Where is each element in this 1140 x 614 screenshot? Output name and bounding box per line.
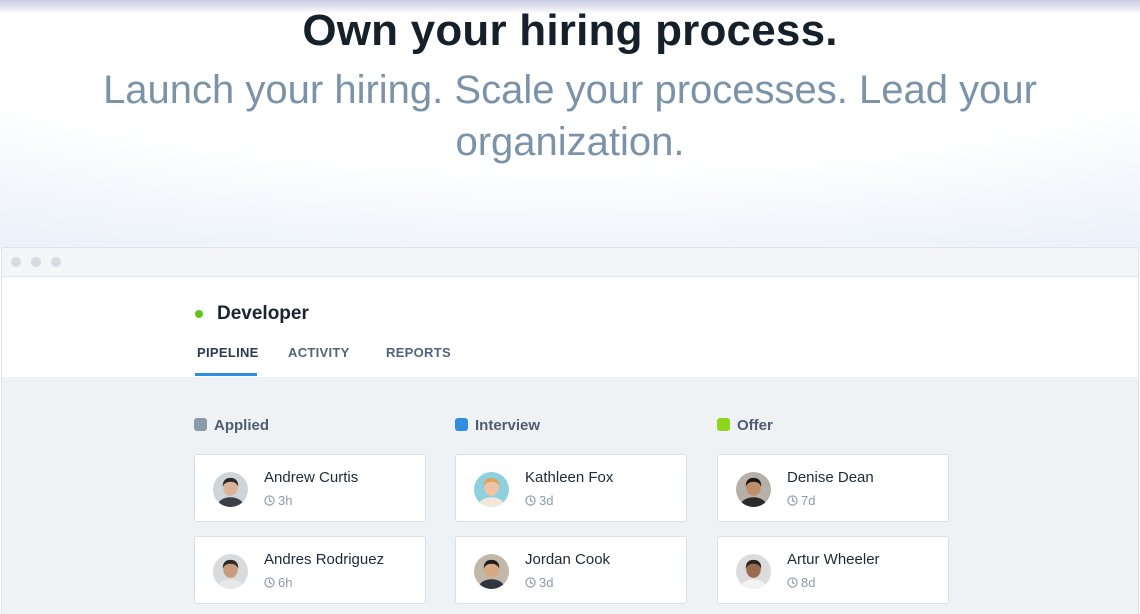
candidate-time: 6h — [264, 575, 292, 590]
job-status-dot-icon — [195, 310, 203, 318]
column-label: Offer — [737, 417, 773, 434]
avatar-icon — [736, 472, 771, 507]
hero-headline: Own your hiring process. — [302, 6, 838, 55]
time-value: 3d — [539, 493, 554, 508]
candidate-card[interactable]: Artur Wheeler 8d — [717, 536, 949, 604]
clock-icon — [787, 576, 798, 588]
time-value: 7d — [801, 493, 816, 508]
candidate-name: Kathleen Fox — [525, 469, 614, 486]
candidate-name: Artur Wheeler — [787, 551, 880, 568]
time-value: 8d — [801, 575, 816, 590]
candidate-name: Andres Rodriguez — [264, 551, 385, 568]
candidate-time: 8d — [787, 575, 815, 590]
tab-pipeline[interactable]: PIPELINE — [197, 345, 259, 360]
window-dot-icon — [31, 257, 41, 267]
clock-icon — [264, 576, 275, 588]
window-dot-icon — [11, 257, 21, 267]
tab-activity[interactable]: ACTIVITY — [288, 345, 350, 360]
clock-icon — [525, 494, 536, 506]
candidate-name: Jordan Cook — [525, 551, 611, 568]
window-dot-icon — [51, 257, 61, 267]
candidate-time: 3h — [264, 493, 292, 508]
candidate-time: 7d — [787, 493, 815, 508]
app-window: Developer PIPELINE ACTIVITY REPORTS Appl… — [1, 247, 1139, 614]
hero-section: Own your hiring process. Launch your hir… — [0, 0, 1140, 250]
pipeline-board: Applied Andrew Curtis 3h Andres Rodrigue… — [2, 377, 1138, 614]
column-label: Interview — [475, 417, 541, 434]
candidate-card[interactable]: Andres Rodriguez 6h — [194, 536, 426, 604]
job-title: Developer — [217, 303, 309, 324]
window-titlebar — [2, 248, 1138, 277]
candidate-time: 3d — [525, 493, 553, 508]
clock-icon — [264, 494, 275, 506]
job-header: Developer PIPELINE ACTIVITY REPORTS — [2, 277, 1138, 377]
avatar-icon — [474, 554, 509, 589]
candidate-card[interactable]: Andrew Curtis 3h — [194, 454, 426, 522]
candidate-card[interactable]: Jordan Cook 3d — [455, 536, 687, 604]
clock-icon — [787, 494, 798, 506]
time-value: 3d — [539, 575, 554, 590]
time-value: 6h — [278, 575, 293, 590]
candidate-name: Andrew Curtis — [264, 469, 359, 486]
candidate-name: Denise Dean — [787, 469, 874, 486]
time-value: 3h — [278, 493, 293, 508]
avatar-icon — [736, 554, 771, 589]
avatar-icon — [213, 472, 248, 507]
hero-subheadline: Launch your hiring. Scale your processes… — [103, 68, 1037, 164]
avatar-icon — [213, 554, 248, 589]
candidate-time: 3d — [525, 575, 553, 590]
stage-swatch-icon — [717, 418, 730, 431]
avatar-icon — [474, 472, 509, 507]
tab-reports[interactable]: REPORTS — [386, 345, 451, 360]
active-tab-indicator — [195, 373, 257, 376]
clock-icon — [525, 576, 536, 588]
stage-swatch-icon — [455, 418, 468, 431]
candidate-card[interactable]: Denise Dean 7d — [717, 454, 949, 522]
candidate-card[interactable]: Kathleen Fox 3d — [455, 454, 687, 522]
stage-swatch-icon — [194, 418, 207, 431]
column-label: Applied — [214, 417, 269, 434]
